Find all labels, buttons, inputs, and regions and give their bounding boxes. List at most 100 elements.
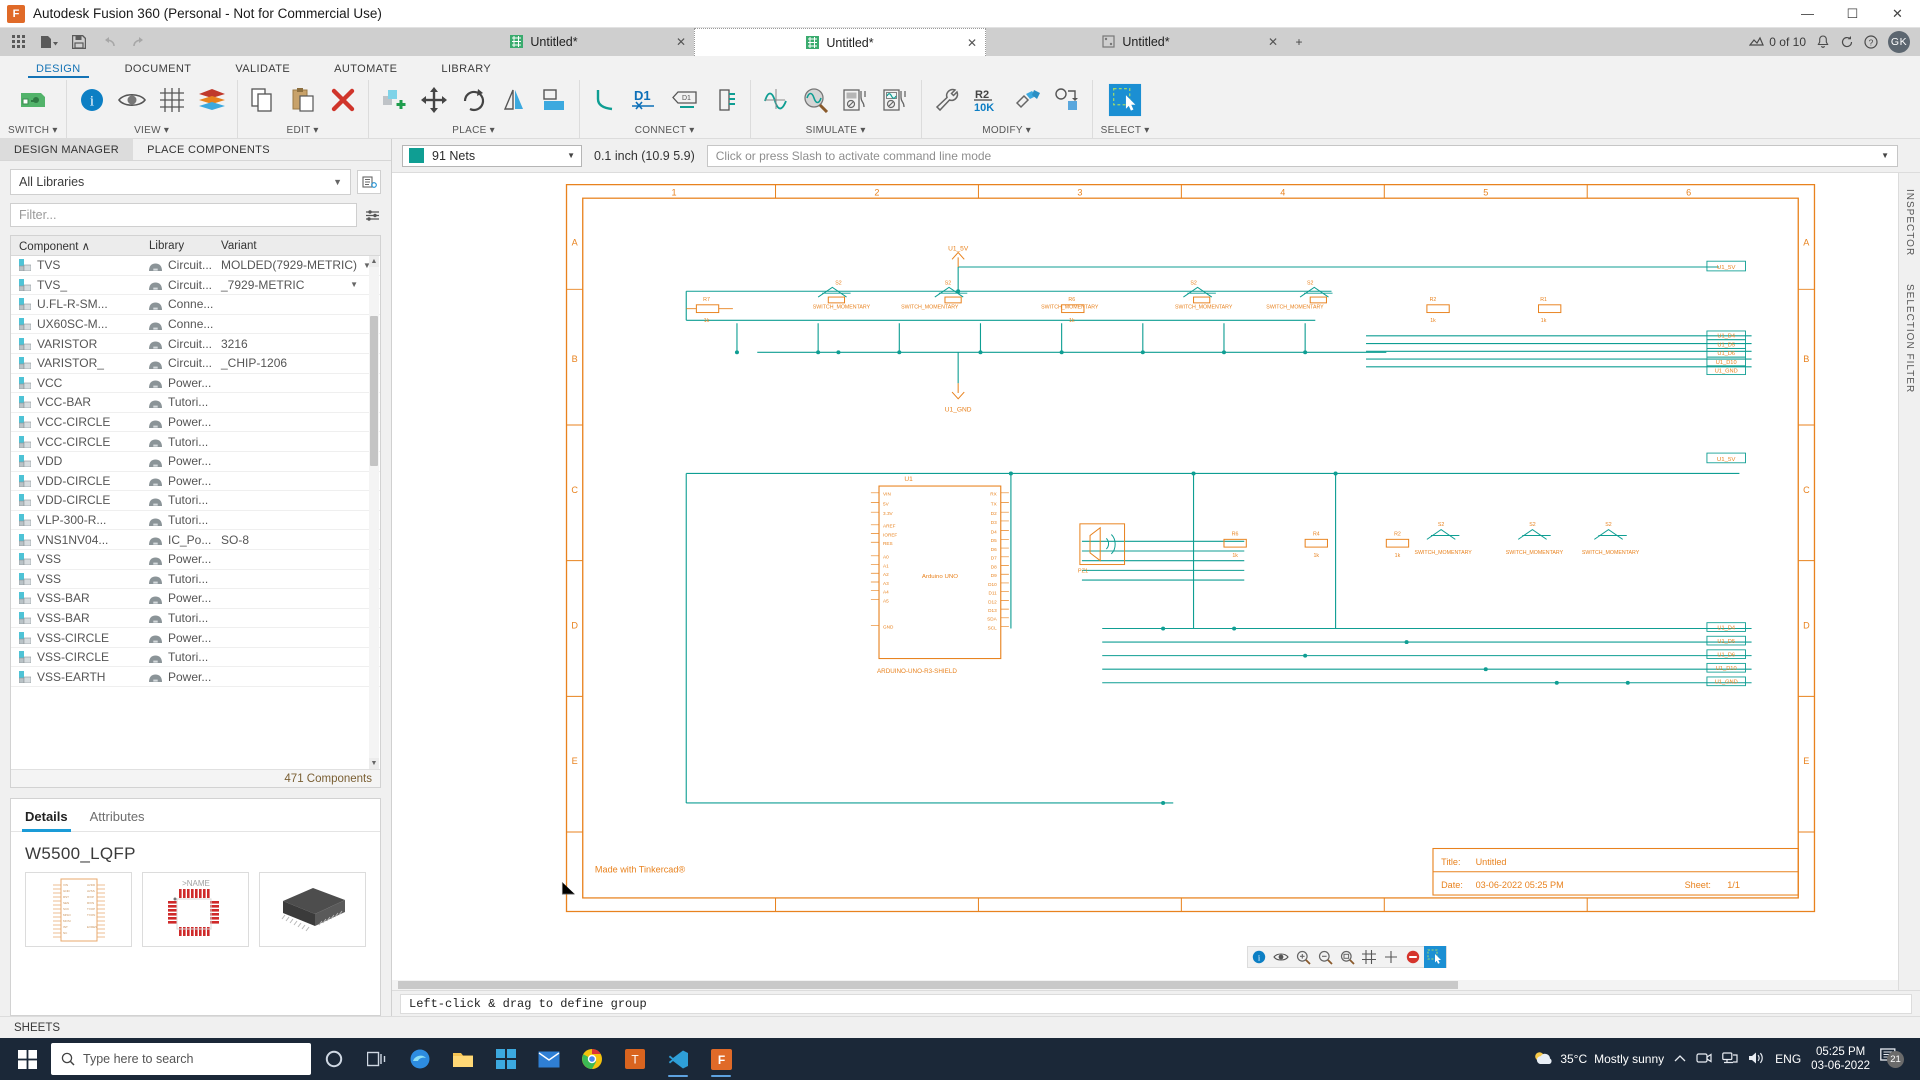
task-view-icon[interactable] [357,1040,397,1078]
filter-input[interactable]: Filter... [10,203,357,227]
document-tab-2[interactable]: Untitled* ✕ [986,28,1286,56]
ribbon-tab-document[interactable]: DOCUMENT [103,63,214,78]
grid-icon[interactable] [1358,946,1380,968]
weather-widget[interactable]: 35°C Mostly sunny [1533,1050,1664,1068]
wrench-icon[interactable] [930,83,964,117]
scroll-thumb[interactable] [370,316,378,466]
maximize-button[interactable]: ☐ [1830,0,1875,28]
ribbon-tab-design[interactable]: DESIGN [14,63,103,78]
start-button[interactable] [6,1040,48,1078]
filter-options-icon[interactable] [363,205,381,225]
chevron-down-icon[interactable]: ▼ [350,280,358,289]
refresh-button[interactable] [1840,35,1854,49]
document-tab-0[interactable]: Untitled* ✕ [394,28,694,56]
footprint-thumbnail[interactable]: >NAME [142,872,249,947]
stop-icon[interactable] [1402,946,1424,968]
save-icon[interactable] [66,30,92,54]
schematic-canvas[interactable]: 123 456 ABC DE ABC DE [392,173,1920,990]
table-row[interactable]: VCC-CIRCLETutori... [11,432,380,452]
sheets-bar[interactable]: SHEETS [0,1016,1920,1038]
ribbon-group-view-label[interactable]: VIEW ▾ [134,125,169,138]
camera-icon[interactable] [1696,1051,1712,1068]
info-icon[interactable]: i [75,83,109,117]
edge-icon[interactable] [400,1040,440,1078]
crosshair-icon[interactable] [1380,946,1402,968]
align-icon[interactable] [537,83,571,117]
library-manager-icon[interactable] [357,170,381,194]
ribbon-group-edit-label[interactable]: EDIT ▾ [287,125,319,138]
store-icon[interactable] [486,1040,526,1078]
net-icon[interactable] [588,83,622,117]
file-explorer-icon[interactable] [443,1040,483,1078]
notifications-button[interactable] [1816,35,1830,49]
info-icon[interactable]: i [1248,946,1270,968]
command-line-input[interactable]: Click or press Slash to activate command… [707,145,1898,167]
tab-design-manager[interactable]: DESIGN MANAGER [0,139,133,160]
volume-icon[interactable] [1748,1051,1765,1068]
undo-icon[interactable] [96,30,122,54]
chevron-up-icon[interactable] [1674,1052,1686,1066]
network-icon[interactable] [1722,1051,1738,1068]
app-icon[interactable]: T [615,1040,655,1078]
show-hide-icon[interactable] [115,83,149,117]
multimeter-icon[interactable] [839,83,873,117]
paste-icon[interactable] [286,83,320,117]
zoom-in-icon[interactable] [1292,946,1314,968]
ribbon-group-place-label[interactable]: PLACE ▾ [452,125,495,138]
table-row[interactable]: VSS-CIRCLETutori... [11,648,380,668]
taskbar-search[interactable]: Type here to search [51,1043,311,1075]
ribbon-group-simulate-label[interactable]: SIMULATE ▾ [806,125,866,138]
table-row[interactable]: VDD-CIRCLETutori... [11,491,380,511]
language-indicator[interactable]: ENG [1775,1052,1801,1066]
table-row[interactable]: TVS_Circuit..._7929-METRIC▼ [11,276,380,296]
value-icon[interactable]: R210K [970,83,1004,117]
mirror-icon[interactable] [497,83,531,117]
component-table-body[interactable]: TVSCircuit...MOLDED(7929-METRIC)▼TVS_Cir… [11,256,380,769]
ribbon-tab-automate[interactable]: AUTOMATE [312,63,419,78]
fusion360-icon[interactable]: F [701,1040,741,1078]
table-row[interactable]: VCCPower... [11,374,380,394]
table-row[interactable]: VDD-CIRCLEPower... [11,472,380,492]
rail-selection-filter[interactable]: SELECTION FILTER [1904,284,1915,393]
column-header-component[interactable]: Component ∧ [11,239,141,253]
vscode-icon[interactable] [658,1040,698,1078]
canvas-horizontal-scrollbar[interactable] [392,980,1898,990]
component-table-scrollbar[interactable]: ▲ ▼ [369,256,379,769]
new-document-icon[interactable] [36,30,62,54]
delete-icon[interactable] [326,83,360,117]
table-row[interactable]: VSSPower... [11,550,380,570]
table-row[interactable]: VSS-EARTHPower... [11,667,380,687]
switch-to-pcb-icon[interactable] [16,83,50,117]
schematic-symbol-thumbnail[interactable]: VINGNDRST SENSCKMISO MOSIINTNC AVDDAVSSR… [25,872,132,947]
chevron-down-icon[interactable]: ▼ [1881,151,1889,160]
tab-attributes[interactable]: Attributes [90,809,145,831]
minimize-button[interactable]: — [1785,0,1830,28]
spice-probe-icon[interactable] [799,83,833,117]
place-component-icon[interactable] [377,83,411,117]
table-row[interactable]: VARISTORCircuit...3216 [11,334,380,354]
table-row[interactable]: U.FL-R-SM...Conne... [11,295,380,315]
layers-icon[interactable] [195,83,229,117]
table-row[interactable]: VDDPower... [11,452,380,472]
document-tab-0-close-icon[interactable]: ✕ [676,35,686,49]
tab-details[interactable]: Details [25,809,68,831]
document-tab-2-close-icon[interactable]: ✕ [1268,35,1278,49]
apps-grid-icon[interactable] [6,30,32,54]
library-select[interactable]: All Libraries ▼ [10,169,351,195]
ribbon-group-switch-label[interactable]: SWITCH ▾ [8,125,58,138]
canvas-scroll-thumb[interactable] [398,981,1458,989]
scroll-up-button[interactable]: ▲ [369,256,379,267]
zoom-fit-icon[interactable] [1336,946,1358,968]
select-tool-icon[interactable] [1108,83,1142,117]
close-button[interactable]: ✕ [1875,0,1920,28]
table-row[interactable]: VSS-CIRCLEPower... [11,628,380,648]
zoom-out-icon[interactable] [1314,946,1336,968]
oscilloscope-icon[interactable] [879,83,913,117]
net-count-select[interactable]: 91 Nets ▼ [402,145,582,167]
move-icon[interactable] [417,83,451,117]
clock[interactable]: 05:25 PM 03-06-2022 [1811,1045,1870,1074]
notification-center-button[interactable]: 21 [1880,1048,1906,1070]
table-row[interactable]: VARISTOR_Circuit..._CHIP-1206 [11,354,380,374]
table-row[interactable]: VNS1NV04...IC_Po...SO-8 [11,530,380,550]
simulation-icon[interactable] [759,83,793,117]
